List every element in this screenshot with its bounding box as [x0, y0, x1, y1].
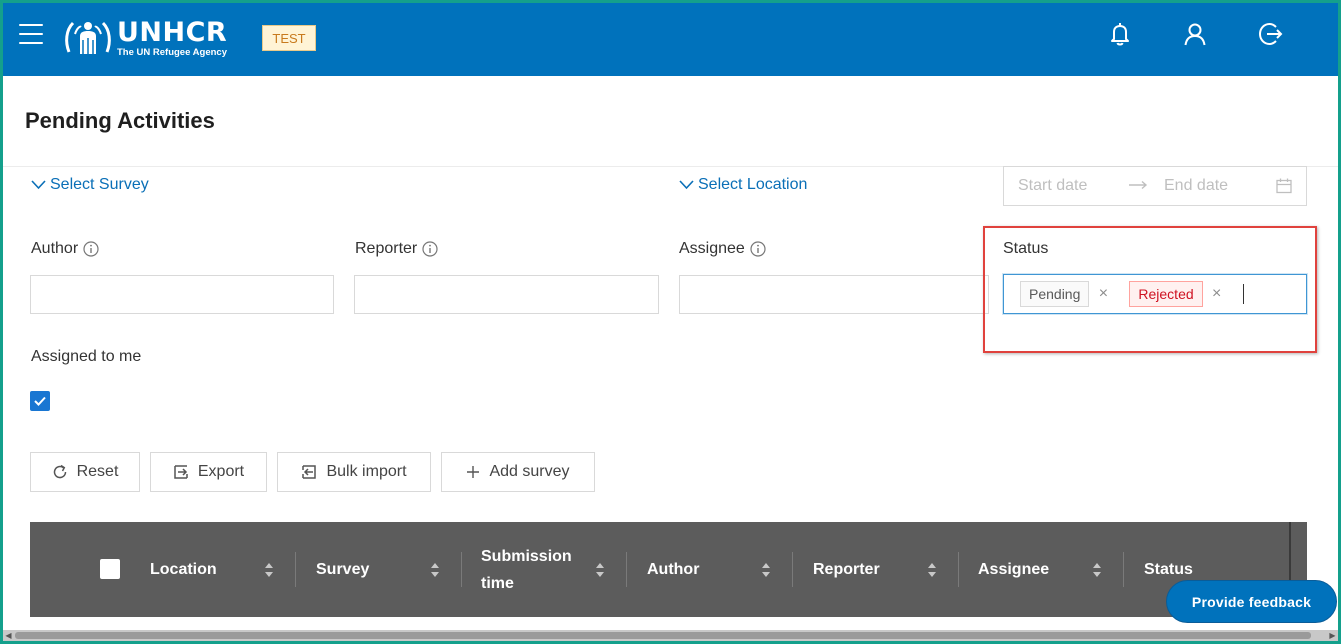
- reporter-label: Reporter: [355, 240, 438, 258]
- column-header-submission-time[interactable]: Submission time: [481, 522, 591, 617]
- author-label-text: Author: [31, 240, 79, 257]
- sort-icon[interactable]: [429, 561, 441, 579]
- column-divider: [461, 552, 462, 587]
- assigned-to-me-label: Assigned to me: [31, 348, 142, 365]
- start-date-input[interactable]: Start date: [1018, 177, 1128, 195]
- reporter-input[interactable]: [354, 275, 659, 314]
- assignee-label: Assignee: [679, 240, 766, 258]
- bulk-import-label: Bulk import: [326, 463, 407, 480]
- sort-icon[interactable]: [926, 561, 938, 579]
- export-label: Export: [197, 463, 245, 480]
- column-divider: [1123, 552, 1124, 587]
- chevron-down-icon: [679, 180, 694, 190]
- logo-title: UNHCR: [117, 17, 228, 48]
- add-survey-button[interactable]: Add survey: [441, 452, 595, 492]
- column-header-assignee[interactable]: Assignee: [978, 522, 1088, 617]
- column-header-reporter[interactable]: Reporter: [813, 522, 923, 617]
- refresh-icon: [53, 464, 66, 479]
- column-header-author[interactable]: Author: [647, 522, 757, 617]
- end-date-input[interactable]: End date: [1164, 177, 1276, 195]
- plus-icon: [467, 466, 480, 478]
- checkmark-icon: [34, 396, 46, 406]
- add-survey-label: Add survey: [489, 463, 570, 480]
- column-label: Submission time: [481, 547, 572, 592]
- column-divider: [792, 552, 793, 587]
- export-icon: [174, 465, 188, 479]
- unhcr-emblem-icon: [65, 21, 111, 54]
- status-multiselect[interactable]: Pending × Rejected ×: [1003, 274, 1307, 314]
- sort-icon[interactable]: [1091, 561, 1103, 579]
- date-range-picker[interactable]: Start date End date: [1003, 166, 1307, 206]
- table-header: Location Survey Submission time Author R…: [30, 522, 1307, 617]
- author-label: Author: [31, 240, 99, 258]
- column-divider: [958, 552, 959, 587]
- logout-icon[interactable]: [1256, 20, 1284, 48]
- column-label: Survey: [316, 561, 370, 578]
- bell-icon[interactable]: [1106, 20, 1134, 48]
- menu-icon[interactable]: [19, 24, 43, 46]
- text-caret: [1242, 284, 1244, 304]
- column-label: Status: [1144, 561, 1193, 578]
- assignee-input[interactable]: [679, 275, 989, 314]
- arrow-right-icon: [1128, 177, 1164, 195]
- column-divider: [295, 552, 296, 587]
- info-icon[interactable]: [422, 241, 438, 257]
- info-icon[interactable]: [83, 241, 99, 257]
- sort-icon[interactable]: [263, 561, 275, 579]
- scrollbar-thumb[interactable]: [15, 632, 1311, 639]
- sort-icon[interactable]: [594, 561, 606, 579]
- scroll-left-icon[interactable]: ◀: [3, 630, 14, 641]
- reset-button[interactable]: Reset: [30, 452, 140, 492]
- close-icon[interactable]: ×: [1089, 281, 1117, 307]
- author-input[interactable]: [30, 275, 334, 314]
- status-tag-rejected: Rejected: [1129, 281, 1203, 307]
- column-label: Reporter: [813, 561, 880, 578]
- unhcr-logo[interactable]: UNHCR The UN Refugee Agency: [63, 18, 227, 64]
- column-label: Author: [647, 561, 700, 578]
- bulk-import-button[interactable]: Bulk import: [277, 452, 431, 492]
- status-tag-pending: Pending: [1020, 281, 1090, 307]
- select-survey-dropdown[interactable]: Select Survey: [31, 176, 149, 194]
- reset-label: Reset: [76, 463, 119, 480]
- close-icon[interactable]: ×: [1203, 281, 1231, 307]
- environment-badge: TEST: [262, 25, 316, 51]
- export-button[interactable]: Export: [150, 452, 267, 492]
- top-header: UNHCR The UN Refugee Agency TEST: [3, 3, 1338, 76]
- page-title: Pending Activities: [25, 108, 215, 133]
- assignee-label-text: Assignee: [679, 240, 745, 257]
- column-label: Assignee: [978, 561, 1050, 578]
- scroll-right-icon[interactable]: ▶: [1327, 630, 1338, 641]
- select-location-dropdown[interactable]: Select Location: [679, 176, 807, 194]
- select-survey-label: Select Survey: [50, 176, 149, 193]
- calendar-icon[interactable]: [1276, 178, 1292, 194]
- logo-subtitle: The UN Refugee Agency: [117, 47, 227, 58]
- sort-icon[interactable]: [760, 561, 772, 579]
- column-header-location[interactable]: Location: [150, 522, 260, 617]
- select-all-checkbox[interactable]: [100, 559, 120, 579]
- column-label: Location: [150, 561, 217, 578]
- reporter-label-text: Reporter: [355, 240, 418, 257]
- chevron-down-icon: [31, 180, 46, 190]
- horizontal-scrollbar[interactable]: [3, 630, 1338, 641]
- column-header-survey[interactable]: Survey: [316, 522, 426, 617]
- assigned-to-me-checkbox[interactable]: [30, 391, 50, 411]
- column-divider: [626, 552, 627, 587]
- select-location-label: Select Location: [698, 176, 808, 193]
- provide-feedback-button[interactable]: Provide feedback: [1166, 580, 1337, 623]
- user-icon[interactable]: [1181, 20, 1209, 48]
- info-icon[interactable]: [750, 241, 766, 257]
- import-icon: [302, 465, 317, 479]
